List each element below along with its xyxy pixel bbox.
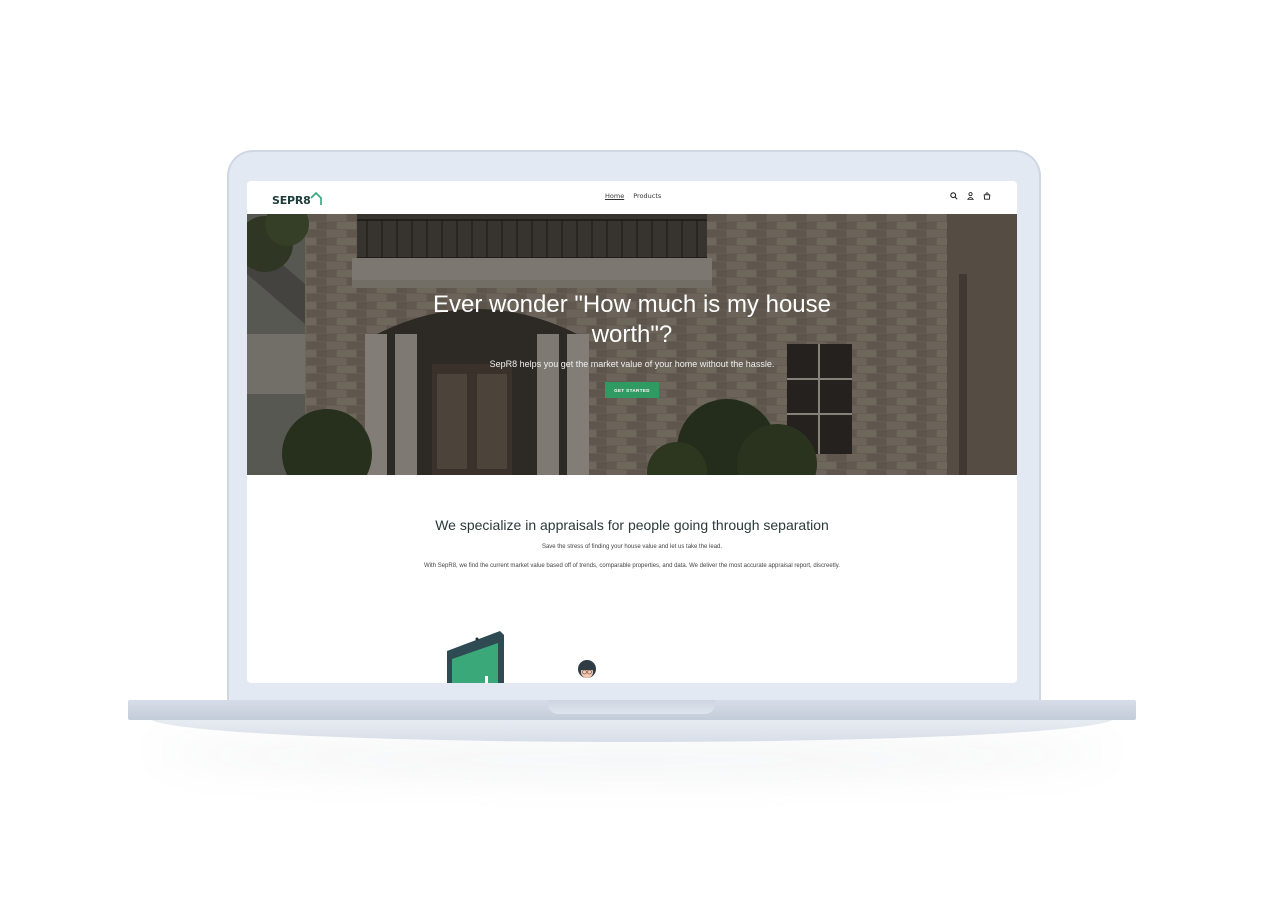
intro-line-2: With SepR8, we find the current market v… — [424, 563, 840, 569]
laptop-notch — [548, 700, 715, 714]
person-illustration — [578, 660, 596, 678]
phone-illustration — [447, 631, 504, 683]
house-roof-icon — [310, 192, 322, 205]
site-logo[interactable]: SEPR8 — [272, 189, 322, 207]
site-header: SEPR8 Home Products — [247, 181, 1017, 214]
main-nav: Home Products — [605, 192, 661, 200]
hero-subtitle: SepR8 helps you get the market value of … — [489, 359, 775, 369]
hero-banner: Ever wonder "How much is my house worth"… — [247, 214, 1017, 475]
website-screen: SEPR8 Home Products Ever wonder "How muc… — [247, 181, 1017, 683]
search-icon[interactable] — [950, 192, 958, 200]
cart-icon[interactable] — [983, 192, 991, 200]
account-icon[interactable] — [967, 192, 974, 200]
get-started-button[interactable]: GET STARTED — [605, 382, 659, 398]
intro-line-1: Save the stress of finding your house va… — [541, 544, 723, 550]
hero-title: Ever wonder "How much is my house worth"… — [432, 291, 831, 348]
nav-home-link[interactable]: Home — [605, 192, 624, 200]
header-icons — [950, 192, 991, 200]
logo-text: SEPR8 — [272, 194, 311, 207]
section-heading: We specialize in appraisals for people g… — [435, 517, 829, 533]
nav-products-link[interactable]: Products — [633, 192, 661, 200]
laptop-base-bottom — [150, 718, 1114, 742]
